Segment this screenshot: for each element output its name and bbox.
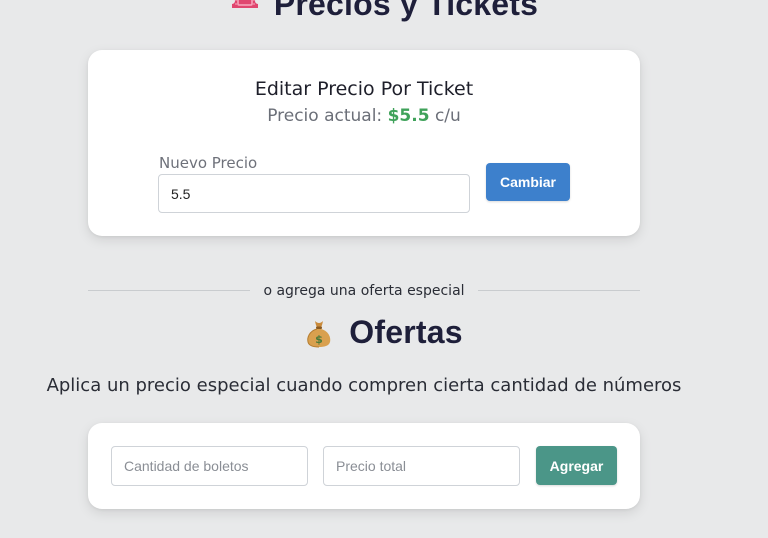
edit-price-card: Editar Precio Por Ticket Precio actual: …	[88, 50, 640, 236]
new-price-label: Nuevo Precio	[159, 154, 258, 172]
total-price-input[interactable]: Precio total	[323, 446, 520, 486]
page: Precios y Tickets Editar Precio Por Tick…	[0, 0, 768, 538]
divider-line-left	[88, 290, 250, 291]
quantity-placeholder: Cantidad de boletos	[124, 458, 249, 474]
quantity-input[interactable]: Cantidad de boletos	[111, 446, 308, 486]
page-heading: Precios y Tickets	[0, 0, 768, 23]
offers-title: Ofertas	[349, 314, 463, 350]
current-price-value: $5.5	[387, 106, 430, 126]
new-price-input[interactable]: 5.5	[158, 174, 470, 213]
offers-heading: $ Ofertas	[0, 314, 768, 351]
cambiar-button[interactable]: Cambiar	[486, 163, 570, 201]
offers-description: Aplica un precio especial cuando compren…	[46, 375, 682, 396]
svg-text:$: $	[315, 333, 323, 346]
edit-price-title: Editar Precio Por Ticket	[254, 78, 474, 100]
agregar-button[interactable]: Agregar	[536, 446, 617, 485]
current-price-unit: c/u	[434, 106, 461, 126]
current-price-line: Precio actual: $5.5 c/u	[88, 106, 640, 126]
page-title: Precios y Tickets	[273, 0, 539, 22]
divider-text: o agrega una oferta especial	[263, 283, 465, 299]
total-price-placeholder: Precio total	[336, 458, 407, 474]
divider-line-right	[478, 290, 640, 291]
money-bag-icon: $	[307, 320, 331, 347]
add-offer-card: Cantidad de boletos Precio total Agregar	[88, 423, 640, 509]
new-price-value: 5.5	[171, 185, 191, 202]
current-price-prefix: Precio actual:	[267, 106, 383, 126]
ticket-icon	[231, 0, 258, 8]
